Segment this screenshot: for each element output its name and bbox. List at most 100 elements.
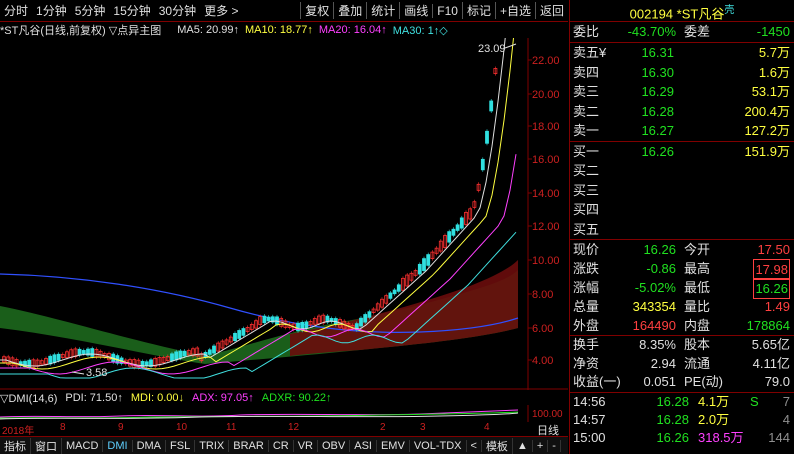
adjust-button[interactable]: 复权 [300, 2, 333, 19]
quote-panel: 002194 *ST凡谷壳 委比 -43.70% 委差 -1450 卖五¥ 16.… [569, 0, 794, 454]
tick-list: 14:56 16.28 4.1万 S 7 14:57 16.28 2.0万 4 15:00 16.2… [570, 393, 794, 447]
tab-vr[interactable]: VR [294, 439, 318, 452]
back-button[interactable]: 返回 [534, 2, 568, 19]
kline-chart[interactable]: 22.00 20.00 18.00 16.00 14.00 12.00 10.00 8.00 6… [0, 38, 568, 390]
dmi-tick: 100.00 [532, 409, 563, 420]
adxr-value: ADXR: 90.22↑ [261, 392, 332, 404]
zoom-in-button[interactable]: + [533, 439, 549, 452]
tab-emv[interactable]: EMV [377, 439, 410, 452]
sell-book: 卖五¥ 16.31 5.7万 卖四 16.30 1.6万 卖三 16.29 53.1万 卖二 16.… [570, 43, 794, 141]
sell-price: 16.28 [641, 103, 674, 119]
stat-value: -0.86 [646, 261, 676, 276]
y-tick: 18.00 [532, 121, 560, 133]
statistics-button[interactable]: 统计 [366, 2, 399, 19]
y-tick: 12.00 [532, 221, 560, 233]
tick-row: 14:56 16.28 4.1万 S 7 [570, 393, 794, 411]
tab-indicator[interactable]: 指标 [0, 437, 31, 454]
f10-button[interactable]: F10 [432, 3, 462, 18]
stat-row: 外盘 164490 内盘 178864 [570, 316, 794, 335]
stat-value-2: 178864 [746, 318, 790, 333]
fund-label-2: PE(动) [684, 374, 724, 389]
order-ratio-value: -43.70% [627, 24, 676, 39]
stat-value: -5.02% [634, 280, 676, 295]
fund-value: 8.35% [639, 337, 676, 352]
tab-1min[interactable]: 1分钟 [32, 2, 71, 19]
stat-label: 外盘 [573, 318, 600, 333]
buy-price: 16.26 [641, 143, 674, 159]
sell-volume: 1.6万 [758, 64, 790, 80]
sell-level-row: 卖五¥ 16.31 5.7万 [570, 43, 794, 63]
buy-level-label: 买二 [573, 163, 600, 178]
tick-count: 144 [768, 429, 790, 445]
stat-label: 总量 [573, 299, 600, 314]
expand-button[interactable]: ▲ [513, 439, 533, 452]
date-tick: 9 [118, 422, 124, 433]
tab-cr[interactable]: CR [269, 439, 294, 452]
stat-label: 现价 [573, 242, 600, 257]
y-tick: 14.00 [532, 188, 560, 200]
tab-more[interactable]: 更多 > [200, 2, 242, 19]
buy-level-label: 买五 [573, 221, 600, 237]
tab-30min[interactable]: 30分钟 [155, 2, 200, 19]
stat-label-2: 最高 [684, 261, 711, 276]
y-tick: 8.00 [532, 289, 553, 301]
tab-dma[interactable]: DMA [133, 439, 167, 452]
chart-title[interactable]: *ST凡谷(日线,前复权) ▽点异主图 [0, 22, 161, 38]
add-watchlist-button[interactable]: +自选 [494, 2, 535, 19]
tick-row: 14:57 16.28 2.0万 4 [570, 411, 794, 429]
dmi-name[interactable]: ▽DMI(14,6) [0, 392, 57, 405]
tab-brar[interactable]: BRAR [229, 439, 269, 452]
tick-volume: 2.0万 [698, 411, 730, 427]
mark-button[interactable]: 标记 [461, 2, 495, 19]
tab-dmi[interactable]: DMI [103, 439, 133, 452]
tab-fsl[interactable]: FSL [166, 439, 196, 452]
draw-button[interactable]: 画线 [399, 2, 432, 19]
tick-time: 14:57 [573, 411, 606, 427]
period-label[interactable]: 日线 [528, 422, 568, 437]
tab-template[interactable]: 模板 [482, 437, 513, 454]
date-tick: 3 [420, 422, 426, 433]
y-tick: 4.00 [532, 355, 553, 367]
zoom-out-button[interactable]: - [548, 439, 561, 452]
buy-volume: 151.9万 [744, 143, 790, 159]
order-ratio-label: 委比 [573, 24, 600, 39]
sell-level-label: 卖四 [573, 64, 600, 80]
tick-row: 15:00 16.26 318.5万 144 [570, 429, 794, 447]
y-axis: 22.00 20.00 18.00 16.00 14.00 12.00 10.00 8.00 6… [528, 55, 560, 367]
date-tick: 2018年 [2, 426, 35, 437]
tab-5min[interactable]: 5分钟 [71, 2, 110, 19]
overlay-button[interactable]: 叠加 [333, 2, 366, 19]
tick-time: 15:00 [573, 429, 606, 445]
stat-value-2: 17.50 [757, 242, 790, 257]
tab-asi[interactable]: ASI [350, 439, 377, 452]
scroll-left-button[interactable]: < [467, 439, 482, 452]
date-tick: 11 [226, 422, 237, 433]
date-tick: 2 [380, 422, 386, 433]
tab-vol-tdx[interactable]: VOL-TDX [410, 439, 467, 452]
tick-price: 16.28 [656, 411, 689, 427]
y-tick: 16.00 [532, 154, 560, 166]
sell-level-label: 卖一 [573, 123, 600, 138]
stat-row: 涨幅 -5.02% 最低 16.26 [570, 278, 794, 299]
stat-value: 16.26 [643, 242, 676, 257]
stat-label-2: 内盘 [684, 318, 711, 333]
tab-macd[interactable]: MACD [62, 439, 104, 452]
order-diff-label: 委差 [684, 24, 711, 39]
stat-row: 现价 16.26 今开 17.50 [570, 240, 794, 259]
stat-row: 总量 343354 量比 1.49 [570, 297, 794, 316]
stat-label-2: 量比 [684, 299, 711, 314]
tab-intraday[interactable]: 分时 [0, 2, 32, 19]
tab-15min[interactable]: 15分钟 [109, 2, 154, 19]
fund-value: 2.94 [650, 355, 676, 371]
buy-level-row: 买一 16.26 151.9万 [570, 142, 794, 162]
tab-obv[interactable]: OBV [318, 439, 351, 452]
tab-trix[interactable]: TRIX [195, 439, 230, 452]
fund-label: 收益(一) [573, 374, 621, 389]
order-ratio-row: 委比 -43.70% 委差 -1450 [570, 22, 794, 42]
stat-value: 343354 [632, 299, 676, 314]
fundamental-row: 净资 2.94 流通 4.11亿 [570, 355, 794, 374]
buy-level-label: 买四 [573, 202, 600, 217]
buy-level-label: 买一 [573, 143, 600, 159]
tab-window[interactable]: 窗口 [31, 437, 62, 454]
stat-value-2: 16.26 [753, 278, 790, 299]
